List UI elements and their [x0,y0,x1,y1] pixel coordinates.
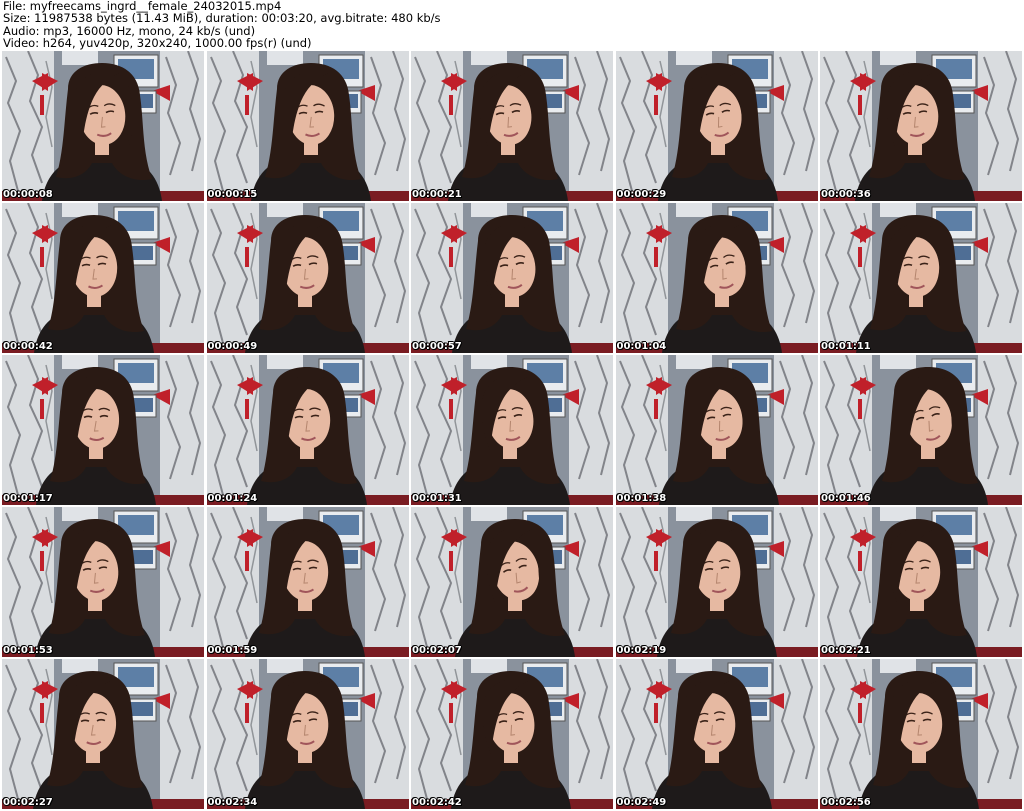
frame-timestamp: 00:00:42 [3,341,53,352]
frame-image [820,507,1022,657]
frame-image [411,203,613,353]
frame-image [2,203,204,353]
video-frame-thumbnail: 00:00:42 [2,203,204,353]
frame-image [206,355,409,505]
video-info-line: Video: h264, yuv420p, 320x240, 1000.00 f… [3,35,312,50]
frame-image [2,51,204,201]
frame-timestamp: 00:00:21 [412,189,462,200]
frame-timestamp: 00:01:04 [616,341,667,352]
video-frame-thumbnail: 00:00:29 [615,51,818,201]
frame-image [820,203,1022,353]
video-frame-thumbnail: 00:02:19 [615,507,818,657]
video-frame-thumbnail: 00:02:56 [820,659,1022,809]
video-frame-thumbnail: 00:01:04 [615,203,818,353]
frame-timestamp: 00:01:31 [412,493,462,504]
file-size-line: Size: 11987538 bytes (11.43 MiB), durati… [3,11,441,26]
frame-timestamp: 00:02:21 [821,645,871,656]
video-frame-thumbnail: 00:00:15 [206,51,409,201]
frame-image [206,507,409,657]
video-frame-thumbnail: 00:00:36 [820,51,1022,201]
frame-timestamp: 00:00:36 [821,189,871,200]
video-frame-thumbnail: 00:00:57 [411,203,613,353]
frame-image [820,355,1022,505]
frame-timestamp: 00:00:49 [207,341,258,352]
video-frame-thumbnail: 00:02:42 [411,659,613,809]
frame-image [206,203,409,353]
frame-timestamp: 00:01:11 [821,341,871,352]
frame-image [411,507,613,657]
video-frame-thumbnail: 00:02:27 [2,659,204,809]
frame-image [820,659,1022,809]
thumbnail-grid: 00:00:08 00:00:15 00:00:21 00:00:29 00:00:36… [2,51,1022,809]
frame-image [2,355,204,505]
video-frame-thumbnail: 00:01:46 [820,355,1022,505]
frame-image [615,203,818,353]
frame-timestamp: 00:02:07 [412,645,462,656]
frame-timestamp: 00:02:42 [412,797,462,808]
frame-timestamp: 00:01:24 [207,493,258,504]
frame-image [615,355,818,505]
video-frame-thumbnail: 00:01:17 [2,355,204,505]
video-frame-thumbnail: 00:00:49 [206,203,409,353]
frame-timestamp: 00:02:34 [207,797,258,808]
frame-timestamp: 00:01:38 [616,493,667,504]
frame-timestamp: 00:01:17 [3,493,53,504]
video-frame-thumbnail: 00:00:21 [411,51,613,201]
frame-image [411,51,613,201]
video-frame-thumbnail: 00:01:59 [206,507,409,657]
video-frame-thumbnail: 00:02:49 [615,659,818,809]
frame-image [2,659,204,809]
video-frame-thumbnail: 00:02:21 [820,507,1022,657]
frame-timestamp: 00:00:57 [412,341,462,352]
frame-timestamp: 00:00:15 [207,189,258,200]
frame-timestamp: 00:00:08 [3,189,53,200]
frame-image [411,659,613,809]
frame-image [615,51,818,201]
frame-image [820,51,1022,201]
video-frame-thumbnail: 00:01:31 [411,355,613,505]
frame-image [2,507,204,657]
frame-timestamp: 00:01:46 [821,493,871,504]
frame-timestamp: 00:02:56 [821,797,871,808]
video-frame-thumbnail: 00:01:53 [2,507,204,657]
frame-timestamp: 00:01:53 [3,645,53,656]
frame-timestamp: 00:02:19 [616,645,667,656]
video-frame-thumbnail: 00:02:07 [411,507,613,657]
frame-image [615,507,818,657]
video-frame-thumbnail: 00:02:34 [206,659,409,809]
video-frame-thumbnail: 00:01:11 [820,203,1022,353]
video-frame-thumbnail: 00:01:24 [206,355,409,505]
file-info-header: File: myfreecams_ingrd__female_24032015.… [0,0,1024,50]
frame-timestamp: 00:00:29 [616,189,667,200]
frame-image [206,659,409,809]
frame-image [411,355,613,505]
frame-image [206,51,409,201]
frame-timestamp: 00:02:49 [616,797,667,808]
video-frame-thumbnail: 00:01:38 [615,355,818,505]
frame-timestamp: 00:01:59 [207,645,258,656]
frame-image [615,659,818,809]
video-frame-thumbnail: 00:00:08 [2,51,204,201]
frame-timestamp: 00:02:27 [3,797,53,808]
